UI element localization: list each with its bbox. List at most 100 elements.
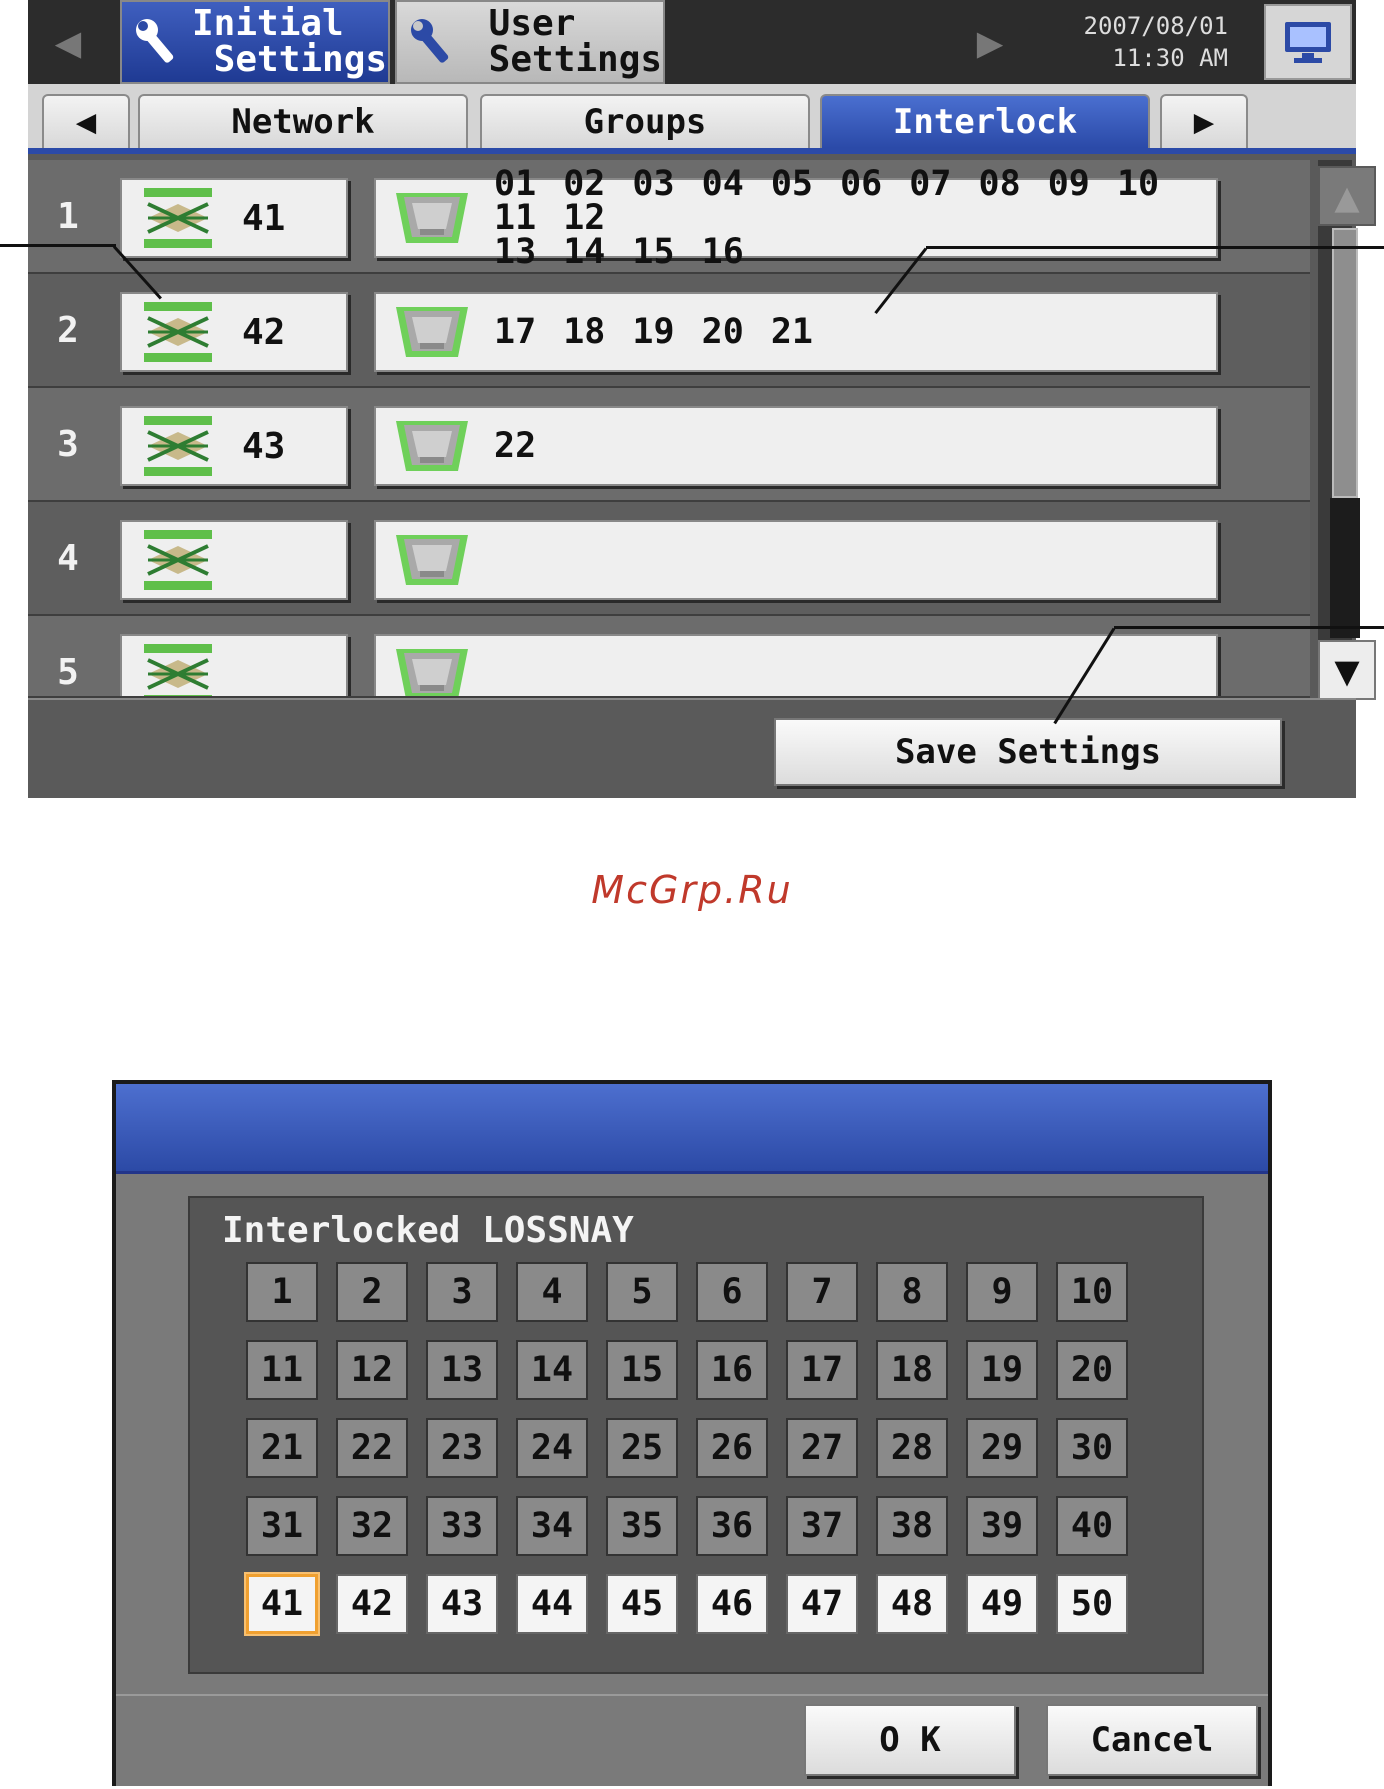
lossnay-number-button[interactable]: 44 <box>516 1574 588 1634</box>
indoor-units-select-button[interactable]: 17 18 19 20 21 <box>374 292 1218 372</box>
lossnay-number-button[interactable]: 1 <box>246 1262 318 1322</box>
save-settings-button[interactable]: Save Settings <box>774 718 1282 786</box>
lossnay-number-button[interactable]: 10 <box>1056 1262 1128 1322</box>
lossnay-number-button[interactable]: 45 <box>606 1574 678 1634</box>
table-row: 2 42 17 18 19 20 21 <box>28 274 1310 388</box>
lossnay-icon <box>144 416 212 476</box>
lossnay-number-button[interactable]: 50 <box>1056 1574 1128 1634</box>
scroll-down-button[interactable]: ▼ <box>1318 640 1376 700</box>
lossnay-number-button[interactable]: 32 <box>336 1496 408 1556</box>
lossnay-number-button[interactable]: 36 <box>696 1496 768 1556</box>
indoor-unit-icon <box>392 185 472 251</box>
indoor-unit-icon <box>392 413 472 479</box>
lossnay-number-button[interactable]: 43 <box>426 1574 498 1634</box>
indoor-unit-icon <box>392 527 472 593</box>
watermark: McGrp.Ru <box>591 868 793 912</box>
lossnay-number-button[interactable]: 6 <box>696 1262 768 1322</box>
lossnay-select-button[interactable] <box>120 634 348 696</box>
lossnay-number-button[interactable]: 26 <box>696 1418 768 1478</box>
up-arrow-icon: ▲ <box>1334 171 1360 221</box>
lossnay-number-button[interactable]: 35 <box>606 1496 678 1556</box>
scroll-track[interactable] <box>1330 498 1360 638</box>
indoor-unit-list-line2: 13 14 15 16 <box>494 232 744 272</box>
lossnay-select-button[interactable]: 41 <box>120 178 348 258</box>
lossnay-number-button[interactable]: 49 <box>966 1574 1038 1634</box>
cancel-button[interactable]: Cancel <box>1046 1704 1258 1776</box>
row-index: 4 <box>57 538 79 579</box>
lossnay-number-button[interactable]: 18 <box>876 1340 948 1400</box>
lossnay-number-button[interactable]: 4 <box>516 1262 588 1322</box>
lossnay-number-button[interactable]: 17 <box>786 1340 858 1400</box>
lossnay-select-button[interactable] <box>120 520 348 600</box>
lossnay-number-button[interactable]: 21 <box>246 1418 318 1478</box>
dialog-panel: Interlocked LOSSNAY 1 2 3 4 5 6 7 8 9 10 11 12 13 14 1… <box>188 1196 1204 1674</box>
lossnay-number-button[interactable]: 9 <box>966 1262 1038 1322</box>
lossnay-number-button[interactable]: 34 <box>516 1496 588 1556</box>
lossnay-number-button[interactable]: 38 <box>876 1496 948 1556</box>
lossnay-dialog: Interlocked LOSSNAY 1 2 3 4 5 6 7 8 9 10 11 12 13 14 1… <box>112 1080 1272 1786</box>
table-row: 4 <box>28 502 1310 616</box>
lossnay-number-button[interactable]: 46 <box>696 1574 768 1634</box>
lossnay-number-button[interactable]: 23 <box>426 1418 498 1478</box>
row-index: 1 <box>57 196 79 237</box>
lossnay-icon <box>144 302 212 362</box>
dialog-title-bar <box>116 1084 1268 1174</box>
lossnay-number-button[interactable]: 37 <box>786 1496 858 1556</box>
lossnay-number-button[interactable]: 30 <box>1056 1418 1128 1478</box>
indoor-unit-list: 01 02 03 04 05 06 07 08 09 10 11 12 13 14… <box>494 164 1216 272</box>
interlock-screen: ◀ Initial Settings User Settings ▶ 2007/… <box>28 0 1376 798</box>
lossnay-number-button[interactable]: 42 <box>336 1574 408 1634</box>
lossnay-number-button[interactable]: 39 <box>966 1496 1038 1556</box>
lossnay-number-button[interactable]: 22 <box>336 1418 408 1478</box>
lossnay-number-button[interactable]: 5 <box>606 1262 678 1322</box>
lossnay-number-button[interactable]: 3 <box>426 1262 498 1322</box>
table-row: 1 41 01 02 03 04 05 06 07 08 09 10 11 12 13… <box>28 160 1310 274</box>
lossnay-number-button[interactable]: 25 <box>606 1418 678 1478</box>
down-arrow-icon: ▼ <box>1334 645 1360 695</box>
lossnay-number-button[interactable]: 27 <box>786 1418 858 1478</box>
lossnay-number-button[interactable]: 47 <box>786 1574 858 1634</box>
indoor-unit-icon <box>392 641 472 696</box>
lossnay-select-button[interactable]: 42 <box>120 292 348 372</box>
scroll-thumb[interactable] <box>1332 228 1358 498</box>
lossnay-address: 41 <box>242 197 286 239</box>
callout-line <box>0 244 116 247</box>
indoor-unit-list-line1: 01 02 03 04 05 06 07 08 09 10 11 12 <box>494 164 1160 238</box>
lossnay-number-button[interactable]: 31 <box>246 1496 318 1556</box>
lossnay-number-grid: 1 2 3 4 5 6 7 8 9 10 11 12 13 14 15 16 17 18 19 20 21 22 23 24 2… <box>190 1198 1206 1676</box>
lossnay-number-button[interactable]: 19 <box>966 1340 1038 1400</box>
lossnay-number-button[interactable]: 33 <box>426 1496 498 1556</box>
lossnay-number-button[interactable]: 16 <box>696 1340 768 1400</box>
indoor-unit-list-line1: 22 <box>494 426 537 466</box>
lossnay-number-button[interactable]: 14 <box>516 1340 588 1400</box>
lossnay-address: 42 <box>242 311 286 353</box>
lossnay-icon <box>144 644 212 696</box>
indoor-units-select-button[interactable]: 22 <box>374 406 1218 486</box>
lossnay-number-button[interactable]: 8 <box>876 1262 948 1322</box>
indoor-unit-icon <box>392 299 472 365</box>
ok-button[interactable]: O K <box>804 1704 1016 1776</box>
lossnay-number-button[interactable]: 13 <box>426 1340 498 1400</box>
lossnay-number-button[interactable]: 40 <box>1056 1496 1128 1556</box>
lossnay-number-button-selected[interactable]: 41 <box>244 1572 320 1636</box>
lossnay-number-button[interactable]: 48 <box>876 1574 948 1634</box>
lossnay-number-button[interactable]: 29 <box>966 1418 1038 1478</box>
scroll-up-button[interactable]: ▲ <box>1318 166 1376 226</box>
lossnay-number-button[interactable]: 11 <box>246 1340 318 1400</box>
lossnay-number-button[interactable]: 12 <box>336 1340 408 1400</box>
lossnay-number-button[interactable]: 2 <box>336 1262 408 1322</box>
interlock-list: 1 41 01 02 03 04 05 06 07 08 09 10 11 12 13… <box>28 0 1356 698</box>
lossnay-number-button[interactable]: 20 <box>1056 1340 1128 1400</box>
lossnay-number-button[interactable]: 24 <box>516 1418 588 1478</box>
indoor-units-select-button[interactable] <box>374 520 1218 600</box>
lossnay-icon <box>144 188 212 248</box>
row-index: 3 <box>57 424 79 465</box>
lossnay-number-button[interactable]: 28 <box>876 1418 948 1478</box>
lossnay-number-button[interactable]: 7 <box>786 1262 858 1322</box>
callout-line <box>926 246 1384 249</box>
row-index: 2 <box>57 310 79 351</box>
lossnay-icon <box>144 530 212 590</box>
lossnay-number-button[interactable]: 15 <box>606 1340 678 1400</box>
lossnay-select-button[interactable]: 43 <box>120 406 348 486</box>
indoor-unit-list: 17 18 19 20 21 <box>494 315 813 350</box>
